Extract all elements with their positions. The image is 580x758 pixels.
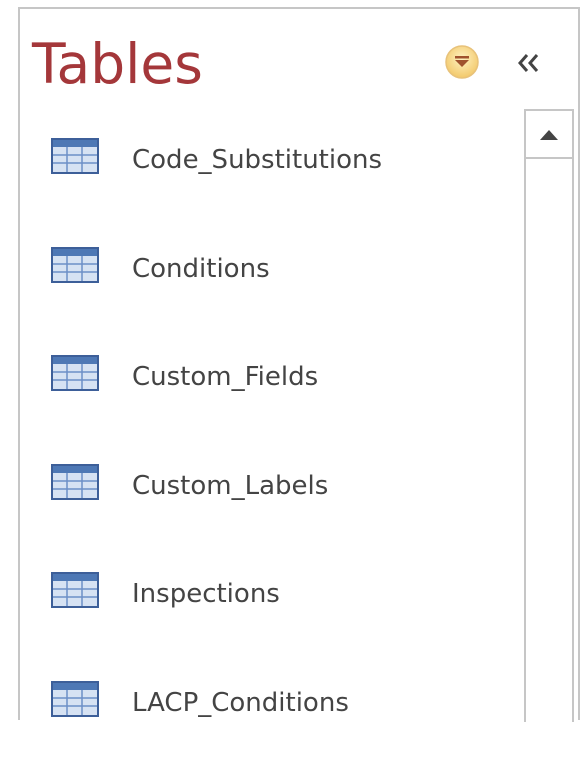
list-item-label: Code_Substitutions xyxy=(132,143,382,177)
collapse-pane-button[interactable] xyxy=(515,49,545,77)
table-icon xyxy=(51,247,99,283)
pane-title: Tables xyxy=(32,26,203,102)
navigation-pane: Tables xyxy=(18,7,580,720)
list-item-label: LACP_Conditions xyxy=(132,686,349,720)
table-icon xyxy=(51,572,99,608)
table-icon xyxy=(51,355,99,391)
table-icon xyxy=(51,138,99,174)
table-icon xyxy=(51,681,99,717)
list-item[interactable]: LACP_Conditions xyxy=(20,650,520,758)
list-item-label: Conditions xyxy=(132,252,270,286)
list-item-label: Custom_Fields xyxy=(132,360,318,394)
vertical-scrollbar[interactable] xyxy=(524,109,574,722)
dropdown-circle-icon xyxy=(444,44,480,80)
table-list: Code_Substitutions Conditions Cu xyxy=(20,107,520,758)
list-item[interactable]: Conditions xyxy=(20,216,520,325)
double-chevron-left-icon xyxy=(515,49,545,77)
table-icon xyxy=(51,464,99,500)
list-item[interactable]: Inspections xyxy=(20,541,520,650)
list-item-label: Custom_Labels xyxy=(132,469,328,503)
scroll-up-button[interactable] xyxy=(526,111,572,159)
list-item[interactable]: Custom_Fields xyxy=(20,324,520,433)
list-item-label: Inspections xyxy=(132,577,280,611)
list-item[interactable]: Custom_Labels xyxy=(20,433,520,542)
pane-menu-button[interactable] xyxy=(444,44,480,80)
scroll-up-arrow-icon xyxy=(526,111,572,157)
list-item[interactable]: Code_Substitutions xyxy=(20,107,520,216)
